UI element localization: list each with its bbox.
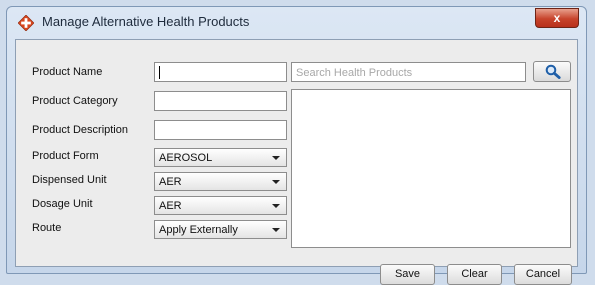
chevron-down-icon [272, 180, 280, 184]
product-form-value: AEROSOL [159, 152, 213, 164]
product-form-label: Product Form [32, 150, 99, 162]
product-category-input[interactable] [154, 91, 287, 111]
text-caret [159, 66, 160, 79]
product-category-label: Product Category [32, 95, 118, 107]
search-results-list[interactable] [291, 89, 571, 248]
chevron-down-icon [272, 228, 280, 232]
dialog-window: Manage Alternative Health Products x Pro… [6, 6, 587, 285]
clear-button[interactable]: Clear [447, 264, 502, 285]
magnifier-icon [545, 64, 561, 79]
product-form-dropdown[interactable]: AEROSOL [154, 148, 287, 167]
product-name-input[interactable] [154, 62, 287, 82]
cancel-button[interactable]: Cancel [514, 264, 572, 285]
search-button[interactable] [533, 61, 571, 82]
dosage-unit-label: Dosage Unit [32, 198, 93, 210]
window-title: Manage Alternative Health Products [42, 14, 250, 29]
dosage-unit-dropdown[interactable]: AER [154, 196, 287, 215]
search-field [291, 62, 526, 82]
close-button[interactable]: x [535, 8, 579, 28]
chevron-down-icon [272, 156, 280, 160]
diamond-cross-icon [17, 14, 35, 32]
dosage-unit-value: AER [159, 200, 182, 212]
route-label: Route [32, 222, 62, 234]
client-area: Product Name Product Category Product De… [15, 39, 578, 285]
dispensed-unit-label: Dispensed Unit [32, 174, 107, 186]
save-button[interactable]: Save [380, 264, 435, 285]
title-bar[interactable]: Manage Alternative Health Products x [7, 7, 586, 37]
product-name-label: Product Name [32, 66, 103, 78]
dispensed-unit-value: AER [159, 176, 182, 188]
chevron-down-icon [272, 204, 280, 208]
search-input[interactable] [292, 64, 521, 82]
close-icon: x [553, 11, 561, 25]
route-dropdown[interactable]: Apply Externally [154, 220, 287, 239]
dispensed-unit-dropdown[interactable]: AER [154, 172, 287, 191]
product-description-label: Product Description [32, 124, 128, 136]
product-description-input[interactable] [154, 120, 287, 140]
route-value: Apply Externally [159, 224, 238, 236]
